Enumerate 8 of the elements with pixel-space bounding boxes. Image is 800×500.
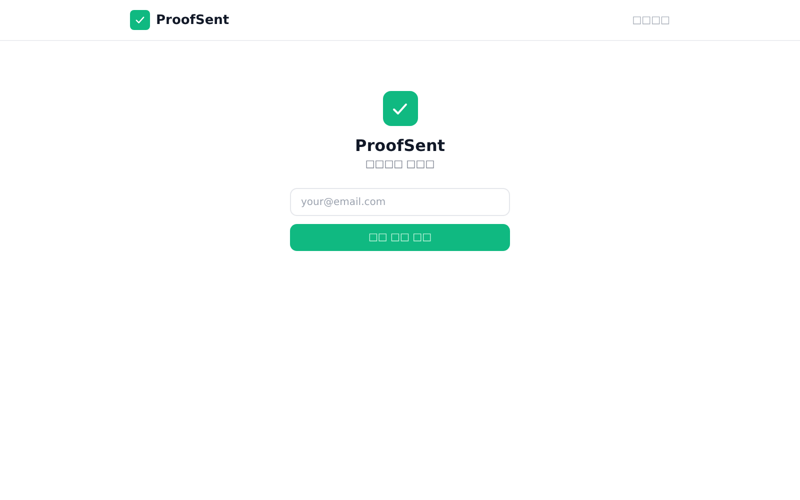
nav-link[interactable]: □□□□: [632, 14, 670, 26]
brand-name: ProofSent: [156, 12, 230, 28]
submit-button[interactable]: □□ □□ □□: [290, 224, 510, 251]
subtitle: □□□□ □□□: [365, 159, 435, 170]
check-logo-icon: [130, 10, 150, 30]
app-title: ProofSent: [355, 136, 445, 155]
email-input-field[interactable]: your@email.com: [290, 188, 510, 216]
check-logo-icon: [382, 91, 418, 126]
